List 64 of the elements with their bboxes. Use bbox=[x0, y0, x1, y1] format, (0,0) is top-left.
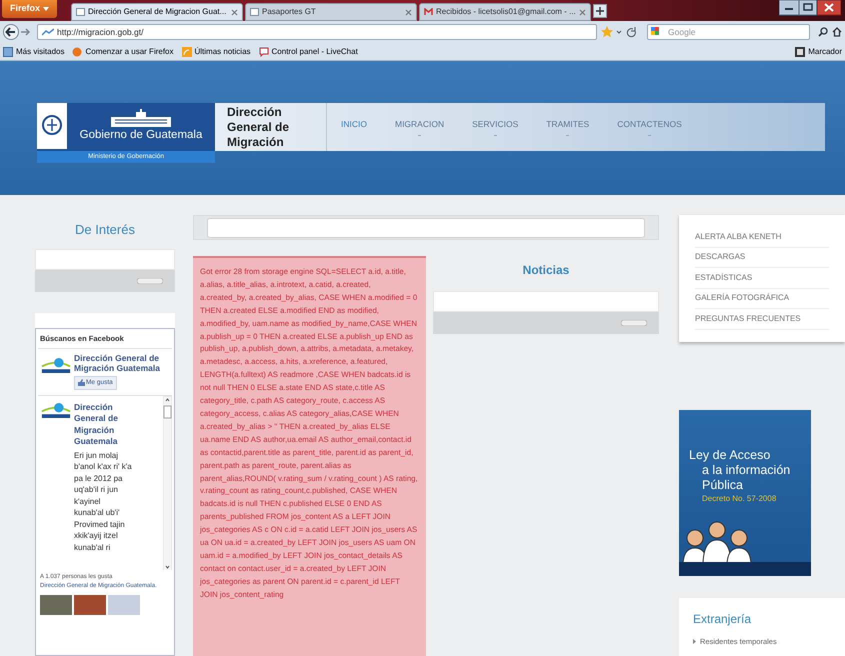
url-text: http://migracion.gob.gt/ bbox=[57, 26, 144, 38]
page-name-link[interactable]: Dirección General de Migración Guatemala bbox=[74, 352, 169, 373]
banner-title: a la información bbox=[701, 463, 792, 478]
caret-icon bbox=[43, 7, 50, 11]
address-bar[interactable]: http://migracion.gob.gt/ bbox=[37, 24, 598, 40]
menu-link[interactable]: GALERÍA FOTOGRÁFICA bbox=[695, 288, 829, 309]
nav-link[interactable]: INICIO bbox=[327, 118, 381, 136]
bookmark-icon bbox=[258, 46, 269, 56]
menu-link[interactable]: PREGUNTAS FRECUENTES bbox=[695, 309, 829, 330]
bookmarks-icon bbox=[795, 46, 806, 56]
tab-title: Dirección General de Migracion Guat... bbox=[88, 6, 228, 18]
tab-title: Recibidos - licetsolis01@gmail.com - ... bbox=[436, 6, 576, 18]
nav-link[interactable]: MIGRACION bbox=[380, 118, 458, 136]
section-heading: Extranjería bbox=[693, 611, 752, 628]
banner-title: Ley de Acceso bbox=[689, 448, 772, 463]
thumbs-up-icon bbox=[78, 379, 85, 386]
logo-title: Gobierno de Guatemala bbox=[80, 128, 202, 144]
home-icon[interactable] bbox=[832, 27, 842, 37]
browser-tab[interactable]: Dirección General de Migracion Guat... bbox=[71, 3, 244, 21]
bookmark-icon bbox=[72, 46, 82, 56]
bookmark-link[interactable]: Más visitados bbox=[3, 46, 64, 58]
browser-tab[interactable]: Pasaportes GT bbox=[245, 3, 418, 21]
search-icon[interactable] bbox=[818, 27, 828, 37]
bookmarks-menu[interactable]: Marcador bbox=[795, 46, 842, 58]
menu-link[interactable]: ALERTA ALBA KENETH bbox=[695, 227, 829, 248]
nav-link[interactable]: TRAMITES bbox=[532, 118, 604, 136]
page-icon bbox=[424, 8, 434, 16]
close-icon[interactable] bbox=[405, 8, 412, 16]
window-controls-icon[interactable] bbox=[779, 0, 841, 16]
scrollbar[interactable] bbox=[163, 396, 172, 570]
firefox-menu-button[interactable]: Firefox bbox=[2, 0, 58, 18]
photo-placeholder bbox=[108, 594, 140, 614]
tab-title: Pasaportes GT bbox=[262, 6, 317, 18]
photo-placeholder bbox=[40, 594, 72, 614]
nav-link[interactable]: SERVICIOS bbox=[458, 118, 532, 136]
close-icon[interactable] bbox=[231, 8, 238, 16]
bookmark-icon bbox=[182, 46, 192, 56]
migration-logo-icon bbox=[41, 402, 71, 418]
section-heading: De Interés bbox=[74, 221, 136, 239]
banner[interactable]: Ley de Acceso a la información Pública Decreto No. 57-2008 bbox=[679, 410, 811, 576]
bookmark-icon bbox=[3, 46, 13, 56]
migration-logo-icon bbox=[41, 356, 71, 373]
search-placeholder: Google bbox=[668, 26, 696, 38]
decree-text: Decreto No. 57-2008 bbox=[701, 493, 778, 505]
close-icon[interactable] bbox=[579, 8, 586, 16]
new-tab-icon[interactable] bbox=[593, 4, 608, 18]
bookmark-link[interactable]: Control panel - LiveChat bbox=[258, 46, 358, 58]
browser-tab[interactable]: Recibidos - licetsolis01@gmail.com - ... bbox=[419, 3, 592, 21]
banner-title: Pública bbox=[701, 478, 744, 493]
site-icon bbox=[42, 28, 54, 36]
post-text: Eri jun molaj b'anol k'ax ri' k'a pa le 2012 pa uq'ab'il ri jun k'ayinel kunab'al ub'i' Provimed tajin xkik'ayij itzel kunab'al ri bbox=[74, 450, 132, 553]
post-author-link[interactable]: Dirección General de Migración Guatemala bbox=[74, 402, 132, 448]
site-title: Dirección General de Migración bbox=[215, 103, 327, 151]
back-forward-icon[interactable] bbox=[3, 24, 33, 40]
search-input[interactable] bbox=[207, 218, 645, 238]
photo-placeholder bbox=[74, 594, 106, 614]
menu-link[interactable]: DESCARGAS bbox=[695, 248, 829, 268]
bookmark-link[interactable]: Comenzar a usar Firefox bbox=[72, 46, 174, 58]
page-icon bbox=[250, 8, 260, 16]
menu-link[interactable]: ESTADÍSTICAS bbox=[695, 268, 829, 288]
bullet-icon bbox=[693, 639, 696, 644]
page-icon bbox=[76, 8, 86, 16]
section-heading: Noticias bbox=[522, 262, 570, 279]
bookmark-link[interactable]: Últimas noticias bbox=[182, 46, 251, 58]
